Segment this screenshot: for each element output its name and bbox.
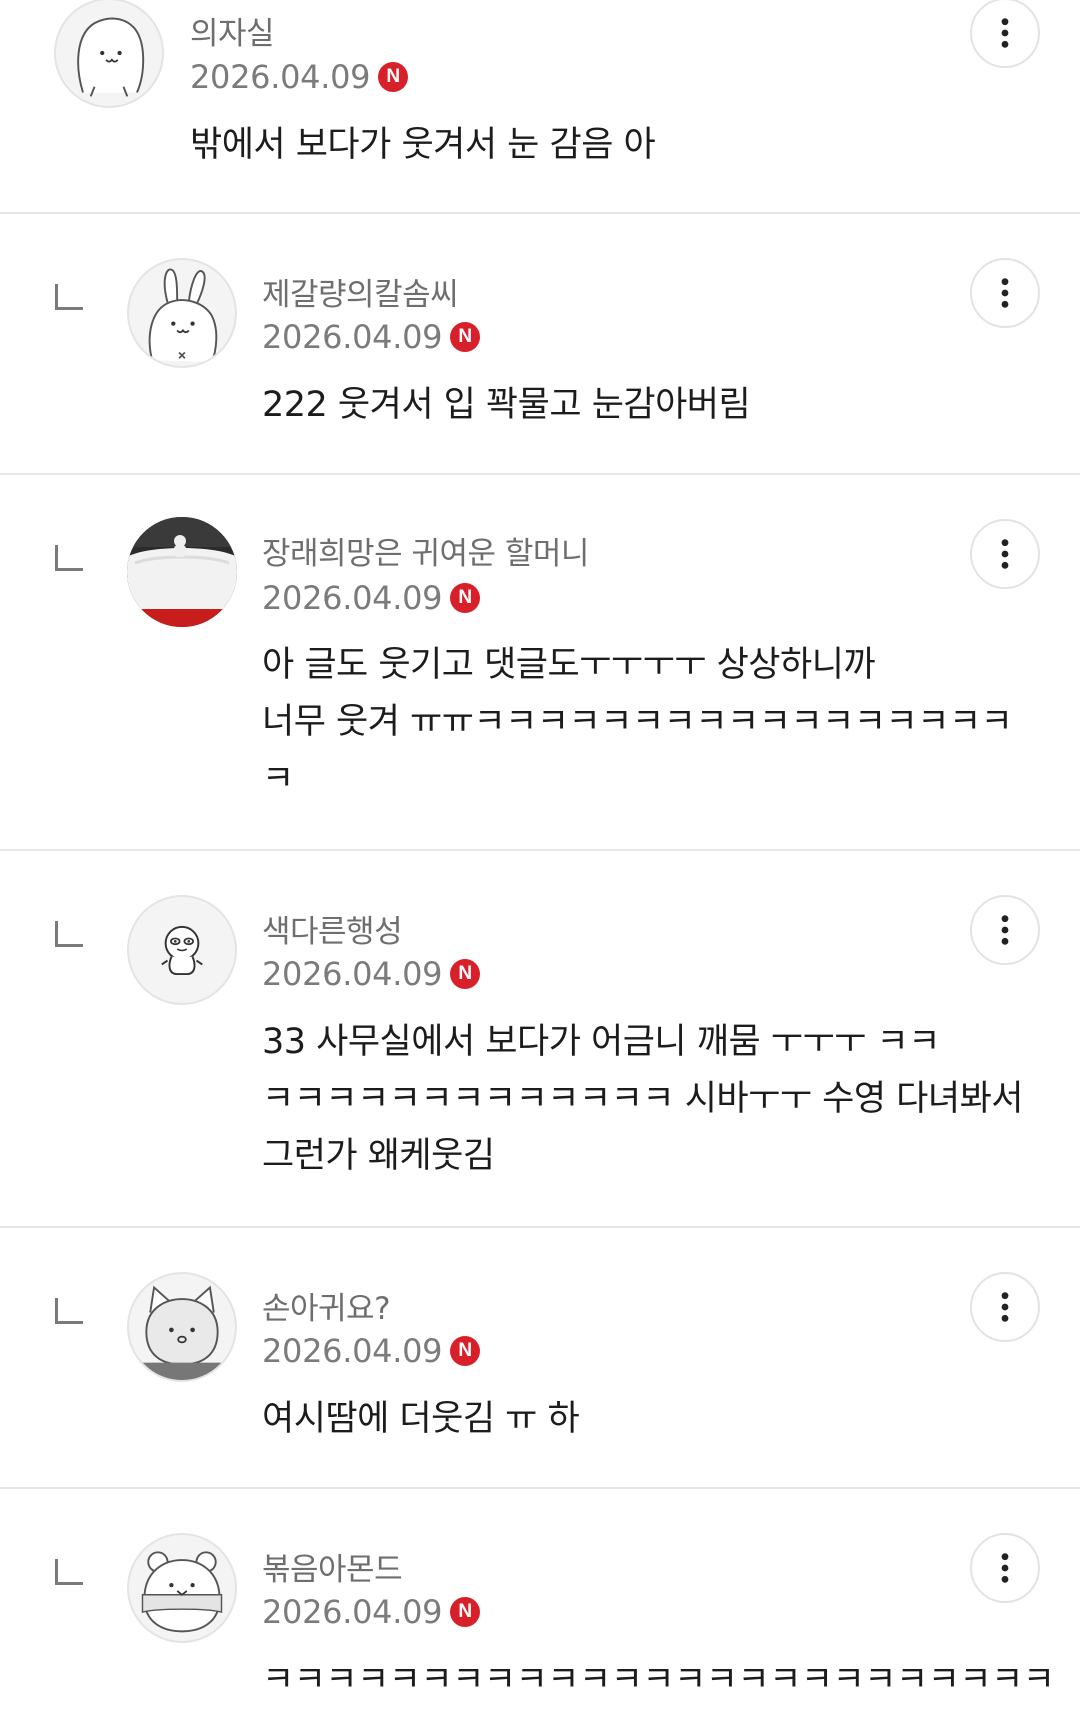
comment-item: 손아귀요? 2026.04.09 N 여시땀에 더웃김 ㅠ 하 <box>0 1228 1080 1490</box>
more-options-button[interactable] <box>970 519 1040 589</box>
comment-meta: 2026.04.09 N <box>262 579 481 617</box>
comment-date: 2026.04.09 <box>190 58 371 96</box>
comment-meta: 2026.04.09 N <box>262 955 481 993</box>
comment-meta: 2026.04.09 N <box>262 318 481 356</box>
reply-arrow-icon <box>55 921 83 947</box>
comment-meta: 2026.04.09 N <box>262 1593 481 1631</box>
comment-text: 222 웃겨서 입 꽉물고 눈감아버림 <box>262 385 751 425</box>
comment-text: 여시땀에 더웃김 ㅠ 하 <box>262 1399 580 1439</box>
comment-nickname[interactable]: 의자실 <box>190 8 275 53</box>
comment-nickname[interactable]: 볶음아몬드 <box>262 1544 403 1589</box>
comment-item: 의자실 2026.04.09 N 밖에서 보다가 웃겨서 눈 감음 아 <box>0 0 1080 214</box>
kebab-icon <box>1001 18 1009 48</box>
comment-item: 제갈량의칼솜씨 2026.04.09 N 222 웃겨서 입 꽉물고 눈감아버림 <box>0 214 1080 476</box>
reply-arrow-icon <box>55 545 83 571</box>
kebab-icon <box>1001 539 1009 569</box>
kebab-icon <box>1001 1553 1009 1583</box>
bunny-avatar-icon[interactable] <box>127 258 237 368</box>
kebab-icon <box>1001 1292 1009 1322</box>
more-options-button[interactable] <box>970 0 1040 68</box>
cat-avatar-icon[interactable] <box>127 1272 237 1382</box>
reply-arrow-icon <box>55 284 83 310</box>
kebab-icon <box>1001 915 1009 945</box>
comment-nickname[interactable]: 장래희망은 귀여운 할머니 <box>262 528 589 573</box>
comment-item: 볶음아몬드 2026.04.09 N ㅋㅋㅋㅋㅋㅋㅋㅋㅋㅋㅋㅋㅋㅋㅋㅋㅋㅋㅋㅋㅋ… <box>0 1489 1080 1705</box>
comment-nickname[interactable]: 색다른행성 <box>262 906 403 951</box>
comment-text: ㅋㅋㅋㅋㅋㅋㅋㅋㅋㅋㅋㅋㅋㅋㅋㅋㅋㅋㅋㅋㅋㅋㅋㅋㅋ <box>262 1660 1055 1700</box>
new-badge: N <box>450 1597 481 1627</box>
comment-date: 2026.04.09 <box>262 1593 443 1631</box>
new-badge: N <box>378 62 409 92</box>
comment-date: 2026.04.09 <box>262 955 443 993</box>
reply-arrow-icon <box>55 1298 83 1324</box>
comment-item: 색다른행성 2026.04.09 N 33 사무실에서 보다가 어금니 깨뭄 ㅜ… <box>0 851 1080 1228</box>
more-options-button[interactable] <box>970 1272 1040 1342</box>
more-options-button[interactable] <box>970 258 1040 328</box>
new-badge: N <box>450 583 481 613</box>
comment-date: 2026.04.09 <box>262 579 443 617</box>
reply-arrow-icon <box>55 1559 83 1585</box>
comment-meta: 2026.04.09 N <box>190 58 409 96</box>
comment-meta: 2026.04.09 N <box>262 1332 481 1370</box>
comment-date: 2026.04.09 <box>262 318 443 356</box>
small-creature-avatar-icon[interactable] <box>127 895 237 1005</box>
more-options-button[interactable] <box>970 1533 1040 1603</box>
comment-date: 2026.04.09 <box>262 1332 443 1370</box>
comment-text: 33 사무실에서 보다가 어금니 깨뭄 ㅜㅜㅜ ㅋㅋ ㅋㅋㅋㅋㅋㅋㅋㅋㅋㅋㅋㅋㅋ… <box>262 1022 1023 1176</box>
comment-nickname[interactable]: 제갈량의칼솜씨 <box>262 269 459 314</box>
new-badge: N <box>450 959 481 989</box>
comment-nickname[interactable]: 손아귀요? <box>262 1283 391 1328</box>
kebab-icon <box>1001 278 1009 308</box>
more-options-button[interactable] <box>970 895 1040 965</box>
new-badge: N <box>450 322 481 352</box>
new-badge: N <box>450 1336 481 1366</box>
blob-face-avatar-icon[interactable] <box>54 0 164 108</box>
comment-item: 장래희망은 귀여운 할머니 2026.04.09 N 아 글도 웃기고 댓글도ㅜ… <box>0 475 1080 851</box>
comment-text: 밖에서 보다가 웃겨서 눈 감음 아 <box>190 125 656 165</box>
snow-photo-avatar-icon[interactable] <box>127 517 237 627</box>
comment-text: 아 글도 웃기고 댓글도ㅜㅜㅜㅜ 상상하니까 너무 웃겨 ㅠㅠㅋㅋㅋㅋㅋㅋㅋㅋㅋ… <box>262 645 1013 799</box>
bear-avatar-icon[interactable] <box>127 1533 237 1643</box>
